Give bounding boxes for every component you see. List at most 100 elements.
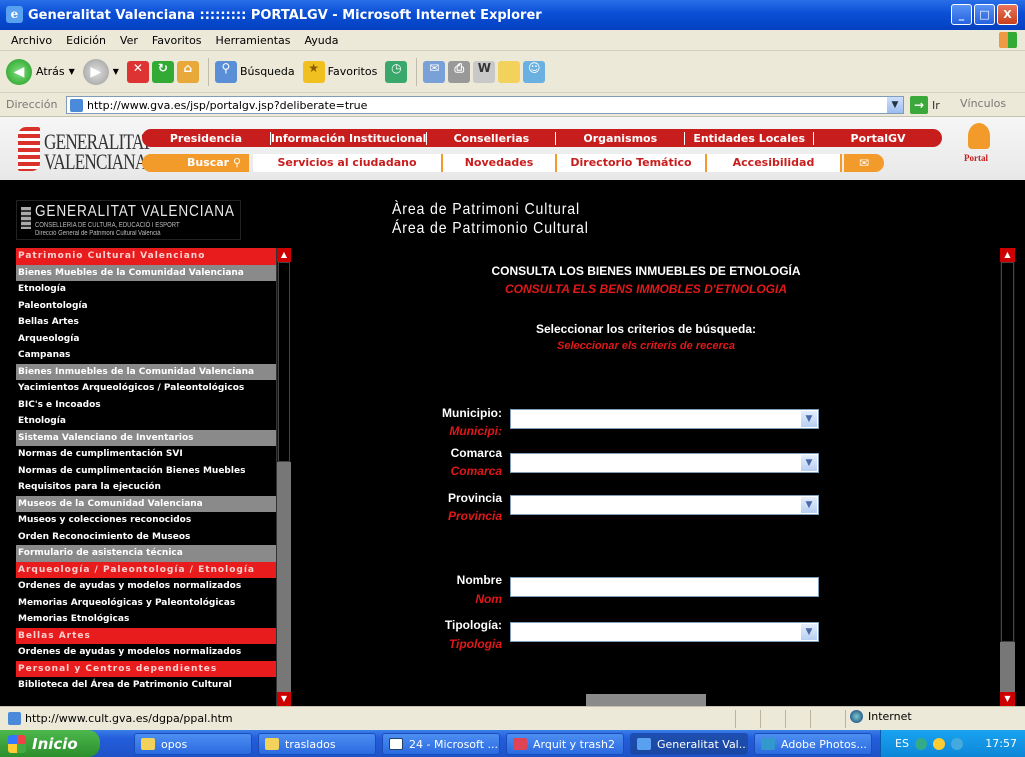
sidebar-section-header[interactable]: Patrimonio Cultural Valenciano (16, 248, 276, 265)
portal-logo[interactable]: Portal (960, 123, 1000, 173)
sidebar-link[interactable]: Orden Reconocimiento de Museos (16, 528, 276, 545)
sidebar-link[interactable]: Museos y colecciones reconocidos (16, 512, 276, 529)
scroll-thumb[interactable] (1001, 262, 1014, 642)
favorites-label: Favoritos (327, 65, 378, 78)
window-title: Generalitat Valenciana ::::::::: PORTALG… (28, 7, 542, 23)
maximize-button[interactable]: □ (974, 4, 995, 25)
consultar-button[interactable] (586, 694, 706, 706)
edit-icon[interactable]: W (473, 60, 496, 83)
scroll-up-icon[interactable]: ▲ (1000, 248, 1015, 262)
sidebar-link[interactable]: Memorias Etnológicas (16, 611, 276, 628)
zone-label: Internet (868, 710, 912, 723)
close-button[interactable]: X (997, 4, 1018, 25)
scroll-thumb[interactable] (278, 262, 290, 462)
sidebar-scrollbar[interactable]: ▲ ▼ (276, 248, 291, 706)
scroll-track[interactable] (1000, 642, 1015, 692)
nav-servicios[interactable]: Servicios al ciudadano (253, 154, 443, 172)
chevron-down-icon: ▼ (801, 455, 817, 471)
tray-arrow-icon[interactable] (914, 737, 927, 750)
menu-ver[interactable]: Ver (113, 34, 145, 47)
sidebar-section-header[interactable]: Bienes Muebles de la Comunidad Valencian… (16, 264, 276, 281)
sidebar-link[interactable]: Memorias Arqueológicas y Paleontológicas (16, 594, 276, 611)
scroll-down-icon[interactable]: ▼ (1000, 692, 1015, 706)
portal-figure-icon (968, 123, 990, 149)
sidebar-link[interactable]: Campanas (16, 347, 276, 364)
forward-button[interactable]: ▶ ▼ (82, 58, 119, 85)
sidebar-link[interactable]: Etnología (16, 281, 276, 298)
messenger-icon[interactable]: ☺ (523, 60, 546, 83)
nav-accesibilidad[interactable]: Accesibilidad (707, 154, 842, 172)
stop-icon[interactable]: ✕ (126, 60, 149, 83)
sidebar-link[interactable]: Etnología (16, 413, 276, 430)
sidebar-section-header[interactable]: Bienes Inmuebles de la Comunidad Valenci… (16, 363, 276, 380)
menu-edicion[interactable]: Edición (59, 34, 113, 47)
go-button[interactable]: → Ir (910, 96, 940, 114)
sidebar-section-header[interactable]: Arqueología / Paleontología / Etnología (16, 561, 276, 578)
sidebar-link[interactable]: Bellas Artes (16, 314, 276, 331)
menu-favoritos[interactable]: Favoritos (145, 34, 209, 47)
home-icon[interactable]: ⌂ (176, 60, 199, 83)
comarca-select[interactable]: ▼ (510, 453, 819, 473)
sidebar-link[interactable]: Paleontología (16, 297, 276, 314)
nav-consellerias[interactable]: Consellerias (427, 131, 557, 145)
mail-icon[interactable]: ✉ (423, 60, 446, 83)
sidebar-link[interactable]: Normas de cumplimentación SVI (16, 446, 276, 463)
folder-icon[interactable] (498, 60, 521, 83)
scroll-down-icon[interactable]: ▼ (277, 692, 291, 706)
sidebar-section-header[interactable]: Museos de la Comunidad Valenciana (16, 495, 276, 512)
nav-novedades[interactable]: Novedades (443, 154, 557, 172)
start-button[interactable]: Inicio (0, 730, 100, 757)
sidebar-link[interactable]: BIC's e Incoados (16, 396, 276, 413)
nav-informacion-institucional[interactable]: Información Institucional (271, 131, 428, 145)
nav-portalgv[interactable]: PortalGV (814, 132, 942, 145)
print-icon[interactable]: ⎙ (448, 60, 471, 83)
sidebar-link[interactable]: Yacimientos Arqueológicos / Paleontológi… (16, 380, 276, 397)
nombre-input[interactable] (510, 577, 819, 597)
gva-logo[interactable]: GENERALITAT VALENCIANA (18, 125, 152, 174)
back-button[interactable]: ◀ Atrás ▼ (6, 58, 75, 85)
address-input[interactable]: http://www.gva.es/jsp/portalgv.jsp?delib… (66, 96, 904, 114)
task-traslados[interactable]: traslados (258, 733, 376, 755)
task-ie[interactable]: Generalitat Val... (630, 733, 748, 755)
favorites-button[interactable]: ★ Favoritos (302, 60, 378, 83)
links-button[interactable]: Vínculos (960, 97, 1006, 110)
refresh-icon[interactable]: ↻ (151, 60, 174, 83)
nav-presidencia[interactable]: Presidencia (142, 131, 271, 145)
scroll-track[interactable] (277, 462, 291, 692)
municipio-select[interactable]: ▼ (510, 409, 819, 429)
sidebar-link[interactable]: Ordenes de ayudas y modelos normalizados (16, 578, 276, 595)
nav-organismos[interactable]: Organismos (556, 131, 686, 145)
tipologia-select[interactable]: ▼ (510, 622, 819, 642)
sidebar-link[interactable]: Ordenes de ayudas y modelos normalizados (16, 644, 276, 661)
sidebar-link[interactable]: Normas de cumplimentación Bienes Muebles (16, 462, 276, 479)
sidebar-link[interactable]: Biblioteca del Área de Patrimonio Cultur… (16, 677, 276, 694)
sidebar-section-header[interactable]: Personal y Centros dependientes (16, 660, 276, 677)
chevron-down-icon[interactable]: ▼ (887, 97, 903, 113)
nav-entidades-locales[interactable]: Entidades Locales (685, 131, 815, 145)
language-indicator[interactable]: ES (895, 737, 909, 750)
speaker-icon[interactable] (932, 737, 945, 750)
buscar-button[interactable]: Buscar ⚲ (142, 154, 249, 172)
sidebar-link[interactable]: Arqueología (16, 330, 276, 347)
sidebar-section-header[interactable]: Sistema Valenciano de Inventarios (16, 429, 276, 446)
task-word[interactable]: 24 - Microsoft ... (382, 733, 500, 755)
sidebar-section-header[interactable]: Bellas Artes (16, 627, 276, 644)
sidebar-link[interactable]: Requisitos para la ejecución (16, 479, 276, 496)
sidebar-section-header[interactable]: Formulario de asistencia técnica (16, 545, 276, 562)
network-icon[interactable] (950, 737, 963, 750)
search-button[interactable]: ⚲ Búsqueda (214, 60, 295, 83)
menu-ayuda[interactable]: Ayuda (297, 34, 345, 47)
provincia-select[interactable]: ▼ (510, 495, 819, 515)
menu-archivo[interactable]: Archivo (4, 34, 59, 47)
menu-herramientas[interactable]: Herramientas (209, 34, 298, 47)
minimize-button[interactable]: _ (951, 4, 972, 25)
task-label: traslados (285, 737, 336, 751)
scroll-up-icon[interactable]: ▲ (277, 248, 291, 262)
page-scrollbar[interactable]: ▲ ▼ (1000, 248, 1015, 706)
task-opos[interactable]: opos (134, 733, 252, 755)
mail-icon[interactable]: ✉ (844, 154, 884, 172)
task-powerpoint[interactable]: Arquit y trash2 (506, 733, 624, 755)
task-photoshop[interactable]: Adobe Photos... (754, 733, 872, 755)
nav-directorio-tematico[interactable]: Directorio Temático (557, 154, 707, 172)
history-icon[interactable]: ◷ (385, 60, 408, 83)
